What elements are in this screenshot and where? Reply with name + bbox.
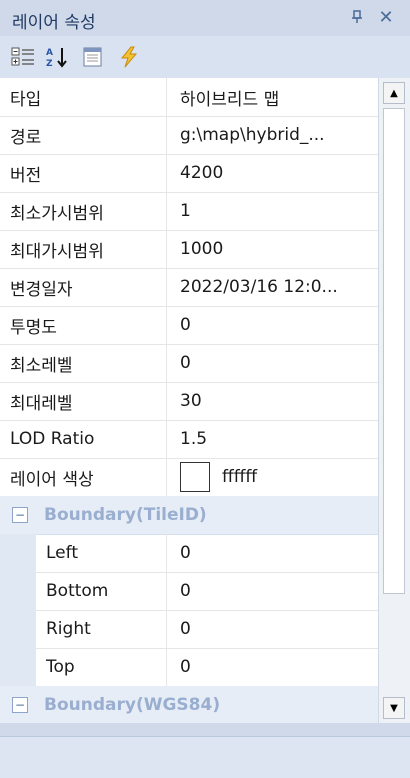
property-value[interactable]: 0 bbox=[168, 344, 378, 382]
svg-text:Z: Z bbox=[46, 59, 53, 69]
property-name: 레이어 색상 bbox=[0, 458, 167, 496]
property-row-lod-ratio[interactable]: LOD Ratio 1.5 bbox=[0, 420, 378, 459]
color-swatch[interactable] bbox=[180, 462, 210, 492]
category-boundary-tileid[interactable]: − Boundary(TileID) bbox=[0, 496, 378, 535]
property-value[interactable]: ffffff bbox=[168, 458, 378, 496]
property-value[interactable]: 4200 bbox=[168, 154, 378, 192]
property-name: 경로 bbox=[0, 116, 167, 154]
property-row-type[interactable]: 타입 하이브리드 맵 bbox=[0, 78, 378, 117]
property-pages-icon[interactable] bbox=[80, 45, 106, 69]
collapse-icon[interactable]: − bbox=[12, 697, 28, 713]
property-value[interactable]: 30 bbox=[168, 382, 378, 420]
property-row-version[interactable]: 버전 4200 bbox=[0, 154, 378, 193]
color-value-text: ffffff bbox=[222, 467, 258, 487]
property-row-modified-date[interactable]: 변경일자 2022/03/16 12:0... bbox=[0, 268, 378, 307]
property-name: 타입 bbox=[0, 78, 167, 116]
property-name: 최대가시범위 bbox=[0, 230, 167, 268]
scrollbar-thumb[interactable] bbox=[383, 108, 405, 594]
property-value[interactable]: 0 bbox=[168, 306, 378, 344]
property-value[interactable]: 1 bbox=[168, 192, 378, 230]
property-row-min-level[interactable]: 최소레벨 0 bbox=[0, 344, 378, 383]
property-value[interactable]: 하이브리드 맵 bbox=[168, 78, 378, 116]
scroll-down-arrow-icon[interactable]: ▼ bbox=[383, 697, 405, 719]
svg-text:A: A bbox=[46, 48, 53, 58]
property-name: 버전 bbox=[0, 154, 167, 192]
panel-title-bar: 레이어 속성 ✕ bbox=[0, 0, 410, 37]
property-row-transparency[interactable]: 투명도 0 bbox=[0, 306, 378, 345]
property-value[interactable]: 0 bbox=[168, 534, 378, 572]
description-area bbox=[0, 736, 410, 778]
property-row-bottom[interactable]: Bottom 0 bbox=[0, 572, 378, 611]
property-toolbar: A Z bbox=[0, 36, 410, 79]
category-label: Boundary(TileID) bbox=[44, 505, 207, 525]
property-name: 최소가시범위 bbox=[0, 192, 167, 230]
property-value[interactable]: 1000 bbox=[168, 230, 378, 268]
property-grid: 타입 하이브리드 맵 경로 g:\map\hybrid_... 버전 4200 … bbox=[0, 78, 410, 723]
property-row-max-level[interactable]: 최대레벨 30 bbox=[0, 382, 378, 421]
property-name: 변경일자 bbox=[0, 268, 167, 306]
property-name: Right bbox=[0, 610, 167, 648]
property-value[interactable]: 0 bbox=[168, 572, 378, 610]
events-icon[interactable] bbox=[116, 45, 142, 69]
property-value[interactable]: 2022/03/16 12:0... bbox=[168, 268, 378, 306]
alphabetical-sort-icon[interactable]: A Z bbox=[44, 45, 70, 69]
pin-icon[interactable] bbox=[348, 10, 366, 28]
category-boundary-wgs84[interactable]: − Boundary(WGS84) bbox=[0, 686, 378, 723]
property-row-top[interactable]: Top 0 bbox=[0, 648, 378, 687]
scroll-up-arrow-icon[interactable]: ▲ bbox=[383, 82, 405, 104]
property-value[interactable]: 0 bbox=[168, 610, 378, 648]
panel-title: 레이어 속성 bbox=[12, 13, 96, 33]
category-label: Boundary(WGS84) bbox=[44, 695, 221, 715]
property-name: 최소레벨 bbox=[0, 344, 167, 382]
property-row-min-visible-range[interactable]: 최소가시범위 1 bbox=[0, 192, 378, 231]
property-row-right[interactable]: Right 0 bbox=[0, 610, 378, 649]
vertical-scrollbar[interactable]: ▲ ▼ bbox=[378, 78, 410, 723]
property-name: 최대레벨 bbox=[0, 382, 167, 420]
layer-properties-panel: 레이어 속성 ✕ A Z 타입 하이브리드 맵 경로 g:\map\hybrid… bbox=[0, 0, 410, 778]
property-name: 투명도 bbox=[0, 306, 167, 344]
property-name: LOD Ratio bbox=[0, 420, 167, 458]
property-value[interactable]: 0 bbox=[168, 648, 378, 686]
property-row-path[interactable]: 경로 g:\map\hybrid_... bbox=[0, 116, 378, 155]
property-value[interactable]: 1.5 bbox=[168, 420, 378, 458]
property-value[interactable]: g:\map\hybrid_... bbox=[168, 116, 378, 154]
categorized-icon[interactable] bbox=[10, 45, 36, 69]
property-name: Top bbox=[0, 648, 167, 686]
property-name: Bottom bbox=[0, 572, 167, 610]
property-row-layer-color[interactable]: 레이어 색상 ffffff bbox=[0, 458, 378, 497]
property-row-max-visible-range[interactable]: 최대가시범위 1000 bbox=[0, 230, 378, 269]
collapse-icon[interactable]: − bbox=[12, 507, 28, 523]
property-name: Left bbox=[0, 534, 167, 572]
property-row-left[interactable]: Left 0 bbox=[0, 534, 378, 573]
close-icon[interactable]: ✕ bbox=[376, 8, 396, 28]
